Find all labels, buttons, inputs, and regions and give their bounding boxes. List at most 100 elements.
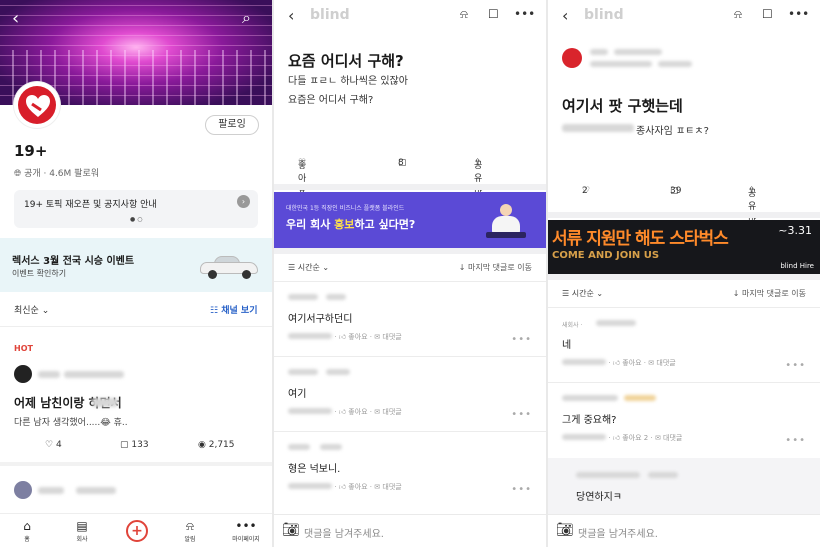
brand-logo: blind bbox=[584, 7, 624, 23]
channel-screen: ‹ ⌕ 팔로잉 19+ 🌐︎ 공개 · 4.6M 팔로워 19+ 토픽 재오픈 … bbox=[0, 0, 272, 547]
brand-logo: blind bbox=[310, 7, 350, 23]
back-icon[interactable]: ‹ bbox=[288, 6, 294, 25]
more-icon[interactable]: ••• bbox=[785, 435, 806, 446]
reply-icon: ✉︎ bbox=[374, 333, 381, 341]
channel-title: 19+ bbox=[14, 142, 48, 160]
thumb-icon: 👍︎ bbox=[338, 483, 347, 491]
chevron-right-icon: › bbox=[237, 195, 250, 208]
comment-text: 그게 중요해? bbox=[562, 415, 617, 426]
ad-small-text: 대한민국 1등 직장인 비즈니스 플랫폼 블라인드 bbox=[286, 205, 405, 212]
tab-home[interactable]: ⌂ 홈 bbox=[7, 518, 47, 543]
channel-view-label: 채널 보기 bbox=[221, 306, 258, 316]
plus-icon[interactable]: + bbox=[126, 520, 148, 542]
post-body-line: 다들 ㅍㄹㄴ 하나씩은 있잖아 bbox=[288, 76, 408, 87]
comment-input[interactable]: 댓글을 남겨주세요. bbox=[578, 525, 658, 540]
reply-icon: ✉︎ bbox=[648, 359, 655, 367]
sort-label: 최신순 bbox=[14, 306, 39, 316]
post-comments[interactable]: ▢ 133 bbox=[120, 440, 149, 450]
notice-text: 19+ 토픽 재오픈 및 공지사항 안내 bbox=[24, 200, 157, 210]
bell-off-icon[interactable]: ⍾ bbox=[734, 7, 742, 22]
post-detail-screen: ‹ blind ⍾ ☐ ••• 요즘 어디서 구해? 다들 ㅍㄹㄴ 하나씩은 있… bbox=[274, 0, 546, 547]
reply-thread bbox=[548, 458, 820, 514]
ad-date: ~3.31 bbox=[778, 224, 812, 237]
grid-icon: ☷ bbox=[210, 306, 219, 316]
post-actions: ♡ 2 ▢ 39 ⇪ 공유하기 bbox=[582, 186, 757, 238]
blind-business-ad[interactable]: 대한민국 1등 직장인 비즈니스 플랫폼 블라인드 우리 회사 홍보하고 싶다면… bbox=[274, 192, 546, 248]
bookmark-icon[interactable]: ☐ bbox=[762, 7, 773, 21]
arrow-down-icon: ↓ bbox=[732, 289, 740, 298]
arrow-down-icon: ↓ bbox=[458, 263, 466, 272]
post-actions: ♡ 좋아요 ▢ 8 ⇪ 공유하기 bbox=[298, 158, 483, 210]
notice-banner[interactable]: 19+ 토픽 재오픈 및 공지사항 안내 › ●○ bbox=[14, 190, 258, 228]
search-icon[interactable]: ⌕ bbox=[242, 8, 251, 28]
comment-meta: 새회사 · bbox=[562, 322, 583, 329]
comment-text: 형은 넉보니. bbox=[288, 464, 341, 475]
bell-off-icon[interactable]: ⍾ bbox=[460, 7, 468, 22]
eye-icon: ◉ bbox=[198, 440, 206, 450]
jump-last-comment[interactable]: ↓ 마지막 댓글로 이동 bbox=[459, 262, 532, 273]
post-body-line: 요즘은 어디서 구해? bbox=[288, 95, 374, 106]
following-button[interactable]: 팔로잉 bbox=[205, 115, 259, 135]
thumb-icon: 👍︎ bbox=[338, 333, 347, 341]
heart-icon: ♡ bbox=[45, 440, 54, 450]
more-icon[interactable]: ••• bbox=[514, 7, 535, 21]
more-icon[interactable]: ••• bbox=[511, 484, 532, 495]
more-icon[interactable]: ••• bbox=[511, 409, 532, 420]
comment-text: 여기 bbox=[288, 389, 307, 400]
back-icon[interactable]: ‹ bbox=[562, 6, 568, 25]
lexus-ad-banner[interactable]: 렉서스 3월 전국 시승 이벤트 이벤트 확인하기 bbox=[0, 238, 272, 292]
top-nav: ‹ blind ⍾ ☐ ••• bbox=[548, 0, 820, 32]
post-author-avatar bbox=[14, 481, 32, 499]
channel-view-button[interactable]: ☷ 채널 보기 bbox=[210, 303, 257, 316]
comment-text: 당연하지ㅋ bbox=[576, 492, 622, 503]
bookmark-icon[interactable]: ☐ bbox=[488, 7, 499, 21]
tab-notifications[interactable]: ⍾ 알림 bbox=[170, 518, 210, 543]
post-author-avatar bbox=[14, 365, 32, 383]
thumb-icon: 👍︎ bbox=[338, 408, 347, 416]
comment-input[interactable]: 댓글을 남겨주세요. bbox=[304, 525, 384, 540]
reply-icon: ✉︎ bbox=[374, 483, 381, 491]
comment-footer: · 👍︎ 좋아요 · ✉︎ 대댓글 bbox=[288, 332, 402, 342]
more-icon[interactable]: ••• bbox=[511, 334, 532, 345]
screenshot-collage: ‹ ⌕ 팔로잉 19+ 🌐︎ 공개 · 4.6M 팔로워 19+ 토픽 재오픈 … bbox=[0, 0, 820, 547]
camera-icon[interactable]: 📷︎ bbox=[556, 522, 574, 538]
comment-footer: · 👍︎ 좋아요 2 · ✉︎ 대댓글 bbox=[562, 433, 682, 443]
post-body-text: 종사자임 ㅍㅌㅊ? bbox=[636, 126, 709, 137]
sort-dropdown[interactable]: ☰ 시간순 ⌄ bbox=[562, 288, 603, 299]
post-detail-screen-2: ‹ blind ⍾ ☐ ••• 여기서 팟 구햇는데 종사자임 ㅍㅌㅊ? ♡ 2… bbox=[548, 0, 820, 547]
comment-footer: · 👍︎ 좋아요 · ✉︎ 대댓글 bbox=[288, 407, 402, 417]
back-icon[interactable]: ‹ bbox=[12, 8, 19, 29]
sort-dropdown[interactable]: 최신순 ⌄ bbox=[14, 303, 49, 316]
ad-headline: 우리 회사 홍보하고 싶다면? bbox=[286, 218, 416, 231]
post-preview: 다른 남자 생각했어.....😂 휴.. bbox=[14, 418, 128, 428]
ad-title: 서류 지원만 해도 스타벅스 bbox=[552, 229, 729, 249]
home-icon: ⌂ bbox=[23, 519, 31, 533]
channel-meta: 🌐︎ 공개 · 4.6M 팔로워 bbox=[14, 166, 99, 179]
sort-icon: ☰ bbox=[562, 289, 570, 298]
sort-icon: ☰ bbox=[288, 263, 296, 272]
ad-brand: blind Hire bbox=[780, 262, 814, 270]
blind-hire-ad[interactable]: 서류 지원만 해도 스타벅스 COME AND JOIN US ~3.31 bl… bbox=[548, 220, 820, 274]
reply-icon: ✉︎ bbox=[654, 434, 661, 442]
globe-icon: 🌐︎ bbox=[14, 169, 22, 179]
bottom-tab-bar: ⌂ 홈 ▤ 회사 + ⍾ 알림 ••• 마이페이지 bbox=[0, 513, 272, 547]
sort-dropdown[interactable]: ☰ 시간순 ⌄ bbox=[288, 262, 329, 273]
thumb-icon: 👍︎ bbox=[612, 359, 621, 367]
tab-company[interactable]: ▤ 회사 bbox=[62, 518, 102, 543]
tab-mypage[interactable]: ••• 마이페이지 bbox=[226, 518, 266, 543]
thumb-icon: 👍︎ bbox=[612, 434, 621, 442]
channel-avatar bbox=[14, 82, 60, 128]
chevron-down-icon: ⌄ bbox=[41, 306, 50, 316]
company-icon: ▤ bbox=[76, 519, 88, 533]
jump-last-comment[interactable]: ↓ 마지막 댓글로 이동 bbox=[733, 288, 806, 299]
ad-illustration bbox=[486, 200, 526, 246]
camera-icon[interactable]: 📷︎ bbox=[282, 522, 300, 538]
comment-input-bar: 📷︎ 댓글을 남겨주세요. bbox=[274, 514, 546, 547]
comment-text: 여기서구하던디 bbox=[288, 314, 353, 325]
post-likes[interactable]: ♡ 4 bbox=[45, 440, 62, 450]
post-body: 다들 ㅍㄹㄴ 하나씩은 있잖아 요즘은 어디서 구해? bbox=[288, 72, 408, 110]
more-icon[interactable]: ••• bbox=[788, 7, 809, 21]
comment-footer: · 👍︎ 좋아요 · ✉︎ 대댓글 bbox=[562, 358, 676, 368]
author-avatar bbox=[562, 48, 582, 68]
more-icon[interactable]: ••• bbox=[785, 360, 806, 371]
